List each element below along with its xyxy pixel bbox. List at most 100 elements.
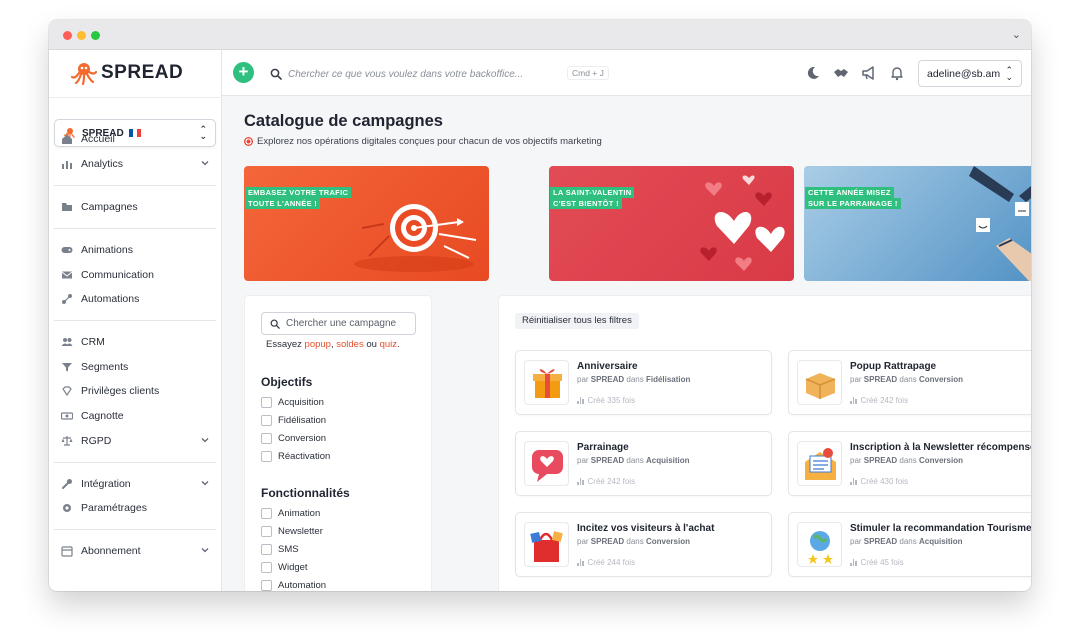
suggest-link-popup[interactable]: popup	[305, 339, 331, 350]
campaign-search-input[interactable]	[286, 318, 406, 329]
sidebar-item-label: Intégration	[81, 478, 131, 490]
fonctionnalites-title: Fonctionnalités	[261, 486, 350, 500]
campaign-search	[261, 312, 416, 335]
campaign-meta: par SPREAD dans Conversion	[577, 537, 690, 546]
user-email: adeline@sb.am	[927, 67, 1001, 80]
suggest-prefix: Essayez	[266, 339, 302, 350]
checkbox[interactable]	[261, 579, 272, 591]
maximize-window-button[interactable]	[91, 31, 100, 40]
campaign-card[interactable]: Stimuler la recommandation Tourisme par S…	[788, 512, 1031, 577]
sidebar-item-privileges-clients[interactable]: Privilèges clients	[49, 380, 222, 402]
meta-by: par	[577, 456, 589, 465]
meta-by: par	[577, 537, 589, 546]
campaign-meta: par SPREAD dans Acquisition	[577, 456, 690, 465]
close-window-button[interactable]	[63, 31, 72, 40]
campaign-category: Acquisition	[645, 456, 690, 465]
checkbox[interactable]	[261, 414, 272, 426]
results-panel: Réinitialiser tous les filtres Anniversa…	[498, 295, 1031, 591]
target-icon	[244, 137, 253, 146]
add-button[interactable]: +	[233, 62, 254, 83]
sidebar-item-integration[interactable]: Intégration	[49, 473, 222, 495]
filter-fidelisation[interactable]: Fidélisation	[261, 413, 326, 427]
filter-label: Réactivation	[278, 450, 331, 462]
filter-widget[interactable]: Widget	[261, 560, 308, 574]
shopping-bag-icon	[530, 531, 563, 562]
filter-newsletter[interactable]: Newsletter	[261, 524, 323, 538]
sidebar: SPREAD SPREAD ⌃ ⌄ Accueil Analytics Campagn…	[49, 50, 222, 591]
campaign-card[interactable]: Incitez vos visiteurs à l'achat par SPREA…	[515, 512, 772, 577]
checkbox[interactable]	[261, 507, 272, 519]
main-content: Catalogue de campagnes Explorez nos opér…	[222, 96, 1031, 591]
scale-icon	[61, 436, 73, 447]
sidebar-item-cagnotte[interactable]: Cagnotte	[49, 405, 222, 427]
meta-in: dans	[899, 456, 917, 465]
sidebar-item-parametrages[interactable]: Paramétrages	[49, 497, 222, 519]
campaign-thumbnail	[797, 522, 842, 567]
campaign-thumbnail	[524, 441, 569, 486]
checkbox[interactable]	[261, 561, 272, 573]
checkbox[interactable]	[261, 432, 272, 444]
bar-chart-icon	[577, 397, 585, 404]
sidebar-item-label: CRM	[81, 336, 105, 348]
page-title: Catalogue de campagnes	[244, 112, 443, 130]
filter-sms[interactable]: SMS	[261, 542, 299, 556]
campaign-thumbnail	[797, 360, 842, 405]
reset-filters-button[interactable]: Réinitialiser tous les filtres	[515, 313, 639, 329]
global-search-input[interactable]	[288, 68, 568, 80]
checkbox[interactable]	[261, 396, 272, 408]
sidebar-item-communication[interactable]: Communication	[49, 264, 222, 286]
dark-mode-moon-icon[interactable]	[805, 65, 821, 81]
filter-automation[interactable]: Automation	[261, 578, 326, 591]
campaign-usage: Créé 244 fois	[577, 558, 635, 567]
sidebar-item-analytics[interactable]: Analytics	[49, 153, 222, 175]
filter-animation[interactable]: Animation	[261, 506, 320, 520]
sidebar-item-label: Analytics	[81, 158, 124, 170]
meta-in: dans	[899, 375, 917, 384]
meta-by: par	[577, 375, 589, 384]
sidebar-item-crm[interactable]: CRM	[49, 331, 222, 353]
sidebar-item-accueil[interactable]: Accueil	[49, 128, 222, 150]
sidebar-item-animations[interactable]: Animations	[49, 239, 222, 261]
sidebar-item-campagnes[interactable]: Campagnes	[49, 196, 222, 218]
checkbox[interactable]	[261, 543, 272, 555]
brand-logo[interactable]: SPREAD	[71, 60, 183, 86]
sidebar-item-abonnement[interactable]: Abonnement	[49, 540, 222, 562]
campaign-card[interactable]: Parrainage par SPREAD dans Acquisition Cré…	[515, 431, 772, 496]
filter-conversion[interactable]: Conversion	[261, 431, 326, 445]
banner-referral[interactable]: CETTE ANNÉE MISEZ SUR LE PARRAINAGE !	[804, 166, 1031, 281]
campaign-card[interactable]: Anniversaire par SPREAD dans Fidélisation…	[515, 350, 772, 415]
campaign-card[interactable]: Popup Rattrapage par SPREAD dans Conversi…	[788, 350, 1031, 415]
chevron-down-icon[interactable]: ⌄	[1012, 28, 1021, 41]
suggest-link-soldes[interactable]: soldes	[336, 339, 363, 350]
banner-traffic[interactable]: EMBASEZ VOTRE TRAFIC TOUTE L'ANNÉE !	[244, 166, 489, 281]
objectifs-title: Objectifs	[261, 375, 313, 389]
filter-acquisition[interactable]: Acquisition	[261, 395, 324, 409]
checkbox[interactable]	[261, 525, 272, 537]
banner-valentine[interactable]: LA SAINT-VALENTIN C'EST BIENTÔT !	[549, 166, 794, 281]
search-icon	[270, 68, 282, 80]
sidebar-item-label: Abonnement	[81, 545, 141, 557]
suggest-link-quiz[interactable]: quiz	[380, 339, 397, 350]
campaign-card[interactable]: Inscription à la Newsletter récompensée p…	[788, 431, 1031, 496]
search-icon	[270, 319, 280, 329]
checkbox[interactable]	[261, 450, 272, 462]
chevron-down-icon	[201, 161, 209, 166]
calendar-icon	[61, 546, 73, 557]
page-subtitle: Explorez nos opérations digitales conçue…	[244, 136, 602, 147]
sidebar-item-segments[interactable]: Segments	[49, 356, 222, 378]
folder-icon	[61, 202, 73, 213]
campaign-category: Conversion	[918, 375, 963, 384]
page-subtitle-text: Explorez nos opérations digitales conçue…	[257, 136, 602, 147]
bell-icon[interactable]	[889, 65, 905, 81]
filter-reactivation[interactable]: Réactivation	[261, 449, 330, 463]
megaphone-icon[interactable]	[861, 65, 877, 81]
filter-label: Acquisition	[278, 396, 324, 408]
sidebar-item-rgpd[interactable]: RGPD	[49, 430, 222, 452]
sidebar-item-automations[interactable]: Automations	[49, 288, 222, 310]
handshake-icon[interactable]	[833, 65, 849, 81]
minimize-window-button[interactable]	[77, 31, 86, 40]
bar-chart-icon	[850, 478, 858, 485]
campaign-thumbnail	[524, 522, 569, 567]
campaign-category: Fidélisation	[645, 375, 691, 384]
user-menu[interactable]: adeline@sb.am ⌃ ⌄	[918, 60, 1022, 87]
